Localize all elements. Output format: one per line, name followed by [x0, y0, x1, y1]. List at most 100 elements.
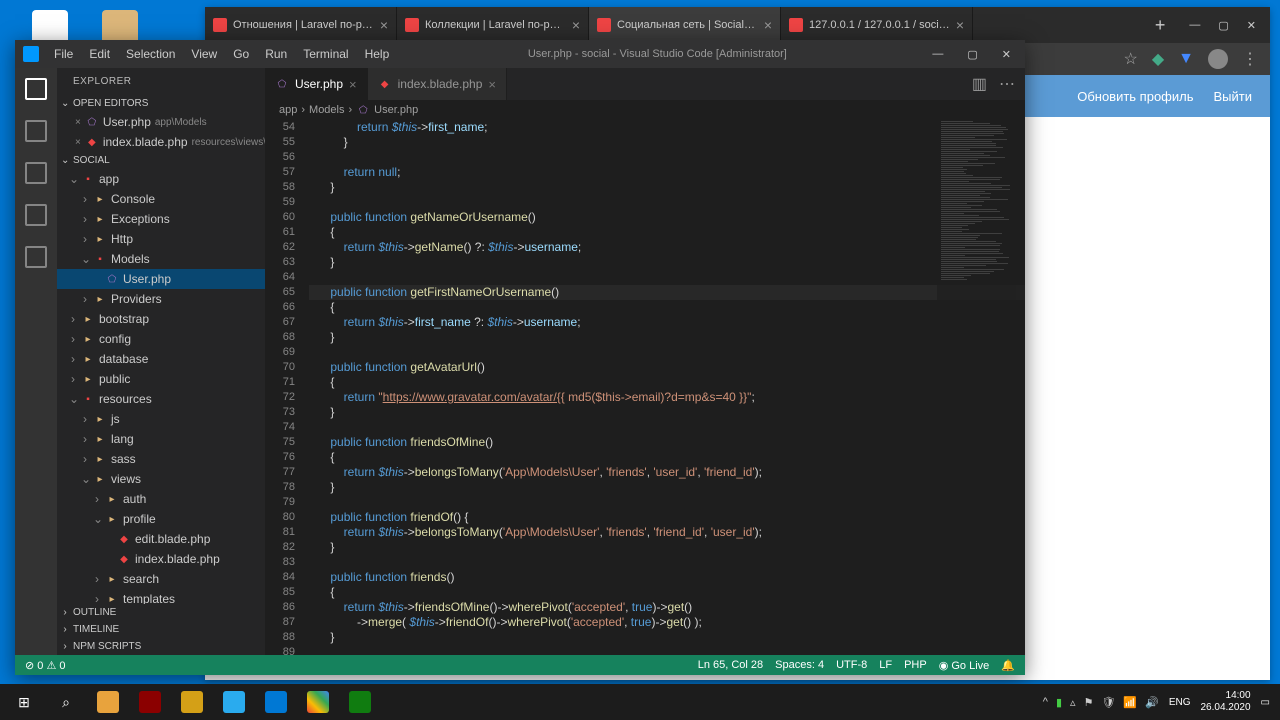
- close-tab-icon[interactable]: ×: [956, 17, 964, 33]
- file-tree-item[interactable]: ◆ edit.blade.php: [57, 529, 265, 549]
- file-tree-item[interactable]: ⌄ ▪ Models: [57, 249, 265, 269]
- minimize-icon[interactable]: —: [1189, 19, 1200, 32]
- taskbar-app[interactable]: [172, 684, 212, 720]
- status-item[interactable]: Spaces: 4: [775, 659, 824, 671]
- status-item[interactable]: PHP: [904, 659, 927, 671]
- section-social[interactable]: ⌄SOCIAL: [57, 152, 265, 169]
- sidebar-title: EXPLORER: [57, 68, 265, 95]
- vscode-window: FileEditSelectionViewGoRunTerminalHelp U…: [15, 40, 1025, 675]
- file-tree-item[interactable]: › ▸ sass: [57, 449, 265, 469]
- taskbar: ⊞ ⌕ ^▮▵⚑🛡📶🔊 ENG 14:0026.04.2020 ▭: [0, 684, 1280, 720]
- notifications-icon[interactable]: ▭: [1261, 697, 1270, 708]
- close-tab-icon[interactable]: ×: [349, 77, 357, 92]
- editor-tab[interactable]: ⬠User.php×: [265, 68, 368, 100]
- close-tab-icon[interactable]: ×: [764, 17, 772, 33]
- browser-tab[interactable]: 127.0.0.1 / 127.0.0.1 / social / fri…×: [781, 7, 973, 43]
- file-tree-item[interactable]: ⌄ ▪ resources: [57, 389, 265, 409]
- section-outline[interactable]: ›OUTLINE: [57, 604, 265, 621]
- file-tree-item[interactable]: › ▸ Console: [57, 189, 265, 209]
- minimap[interactable]: [937, 120, 1025, 655]
- open-editor-item[interactable]: × ⬠ User.php app\Models: [57, 112, 265, 132]
- language-indicator[interactable]: ENG: [1169, 697, 1191, 708]
- taskbar-app[interactable]: [88, 684, 128, 720]
- section-open-editors[interactable]: ⌄OPEN EDITORS: [57, 95, 265, 112]
- file-tree-item[interactable]: › ▸ lang: [57, 429, 265, 449]
- close-icon[interactable]: ✕: [1002, 48, 1011, 61]
- menu-edit[interactable]: Edit: [82, 43, 117, 65]
- ext-icon[interactable]: ◆: [1152, 49, 1164, 69]
- close-tab-icon[interactable]: ×: [572, 17, 580, 33]
- file-tree-item[interactable]: › ▸ auth: [57, 489, 265, 509]
- menu-run[interactable]: Run: [258, 43, 294, 65]
- file-tree-item[interactable]: ◆ index.blade.php: [57, 549, 265, 569]
- breadcrumb[interactable]: app › Models › ⬠ User.php: [265, 100, 1025, 120]
- ext-icon[interactable]: ▼: [1178, 50, 1194, 68]
- taskbar-app[interactable]: [340, 684, 380, 720]
- menu-icon[interactable]: ⋮: [1242, 49, 1258, 69]
- status-item[interactable]: 🔔: [1001, 659, 1015, 672]
- close-tab-icon[interactable]: ×: [488, 77, 496, 92]
- close-tab-icon[interactable]: ×: [380, 17, 388, 33]
- split-icon[interactable]: ▥: [972, 74, 987, 94]
- browser-tab[interactable]: Социальная сеть | SocialNetwork×: [589, 7, 781, 43]
- file-tree-item[interactable]: › ▸ database: [57, 349, 265, 369]
- file-tree-item[interactable]: › ▸ js: [57, 409, 265, 429]
- taskbar-app[interactable]: [130, 684, 170, 720]
- file-tree-item[interactable]: › ▸ templates: [57, 589, 265, 604]
- star-icon[interactable]: ☆: [1124, 49, 1138, 69]
- scm-icon[interactable]: [25, 162, 47, 184]
- extensions-icon[interactable]: [25, 246, 47, 268]
- new-tab-button[interactable]: +: [1145, 15, 1176, 36]
- status-item[interactable]: LF: [879, 659, 892, 671]
- file-tree-item[interactable]: ⌄ ▪ app: [57, 169, 265, 189]
- file-tree-item[interactable]: › ▸ Http: [57, 229, 265, 249]
- window-title: User.php - social - Visual Studio Code […: [396, 48, 918, 60]
- file-tree-item[interactable]: › ▸ bootstrap: [57, 309, 265, 329]
- clock[interactable]: 14:0026.04.2020: [1200, 690, 1250, 714]
- menu-terminal[interactable]: Terminal: [296, 43, 355, 65]
- avatar[interactable]: [1208, 49, 1228, 69]
- section-timeline[interactable]: ›TIMELINE: [57, 621, 265, 638]
- file-tree-item[interactable]: ⌄ ▸ profile: [57, 509, 265, 529]
- file-tree-item[interactable]: › ▸ search: [57, 569, 265, 589]
- start-button[interactable]: ⊞: [4, 684, 44, 720]
- status-item[interactable]: Ln 65, Col 28: [698, 659, 763, 671]
- maximize-icon[interactable]: ▢: [967, 48, 977, 61]
- status-item[interactable]: ◉ Go Live: [939, 659, 990, 672]
- file-tree-item[interactable]: › ▸ config: [57, 329, 265, 349]
- file-tree-item[interactable]: › ▸ Exceptions: [57, 209, 265, 229]
- vscode-titlebar: FileEditSelectionViewGoRunTerminalHelp U…: [15, 40, 1025, 68]
- status-item[interactable]: UTF-8: [836, 659, 867, 671]
- taskbar-app[interactable]: [256, 684, 296, 720]
- menu-go[interactable]: Go: [226, 43, 256, 65]
- file-tree-item[interactable]: ⌄ ▸ views: [57, 469, 265, 489]
- minimize-icon[interactable]: —: [932, 48, 943, 61]
- debug-icon[interactable]: [25, 204, 47, 226]
- system-tray[interactable]: ^▮▵⚑🛡📶🔊: [1043, 696, 1159, 709]
- open-editor-item[interactable]: × ◆ index.blade.php resources\views\…: [57, 132, 265, 152]
- browser-tab[interactable]: Коллекции | Laravel по-русски×: [397, 7, 589, 43]
- explorer-icon[interactable]: [25, 78, 47, 100]
- menu-selection[interactable]: Selection: [119, 43, 182, 65]
- file-tree-item[interactable]: › ▸ public: [57, 369, 265, 389]
- editor-tab[interactable]: ◆index.blade.php×: [368, 68, 507, 100]
- maximize-icon[interactable]: ▢: [1218, 19, 1228, 32]
- status-item[interactable]: ⊘ 0 ⚠ 0: [25, 659, 65, 672]
- browser-tab-strip: Отношения | Laravel по-русски×Коллекции …: [205, 7, 1270, 43]
- link-logout[interactable]: Выйти: [1214, 89, 1253, 104]
- close-icon[interactable]: ✕: [1247, 19, 1256, 32]
- menu-file[interactable]: File: [47, 43, 80, 65]
- search-button[interactable]: ⌕: [46, 684, 86, 720]
- menu-help[interactable]: Help: [358, 43, 397, 65]
- taskbar-app[interactable]: [298, 684, 338, 720]
- search-icon[interactable]: [25, 120, 47, 142]
- file-tree-item[interactable]: › ▸ Providers: [57, 289, 265, 309]
- section-npm[interactable]: ›NPM SCRIPTS: [57, 638, 265, 655]
- link-update-profile[interactable]: Обновить профиль: [1077, 89, 1193, 104]
- browser-tab[interactable]: Отношения | Laravel по-русски×: [205, 7, 397, 43]
- file-tree-item-selected[interactable]: ⬠ User.php: [57, 269, 265, 289]
- menu-view[interactable]: View: [184, 43, 224, 65]
- more-icon[interactable]: ⋯: [999, 74, 1015, 94]
- taskbar-app[interactable]: [214, 684, 254, 720]
- code-area[interactable]: 5455565758596061626364656667686970717273…: [265, 120, 1025, 655]
